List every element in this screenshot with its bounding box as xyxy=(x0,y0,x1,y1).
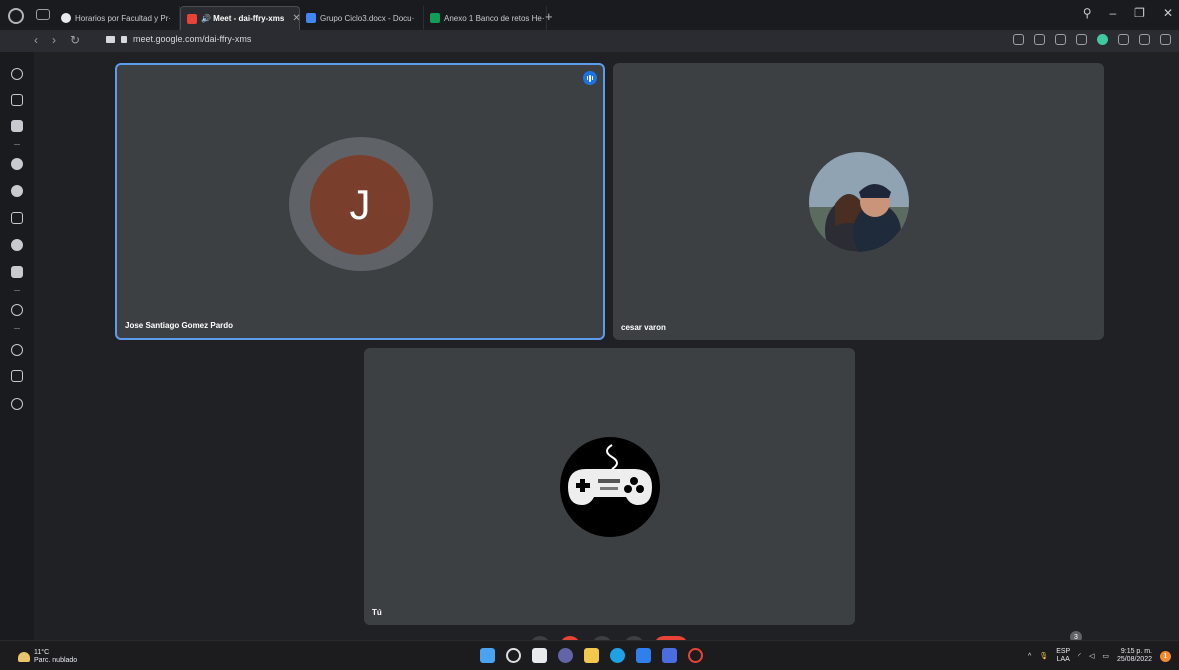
snapshot-icon[interactable] xyxy=(1034,34,1045,45)
globe-icon xyxy=(61,13,71,23)
language-indicator[interactable]: ESP LAA xyxy=(1056,648,1070,664)
settings-gear-icon[interactable] xyxy=(11,398,23,410)
tray-chevron-icon[interactable]: ^ xyxy=(1028,653,1031,660)
participant-tile-self[interactable]: Tú xyxy=(364,348,855,625)
tab-title: Grupo Ciclo3.docx - Docu· xyxy=(320,13,415,23)
new-tab-button[interactable]: + xyxy=(545,9,553,24)
opera-taskbar-icon[interactable] xyxy=(688,648,703,663)
avatar-photo xyxy=(809,152,909,252)
notification-badge[interactable]: 1 xyxy=(1160,650,1171,662)
windows-start-icon[interactable] xyxy=(480,648,495,663)
weather-widget[interactable]: 11°C Parc. nublado xyxy=(18,649,77,665)
menu-icon[interactable] xyxy=(1160,34,1171,45)
tab-title: 🔊 Meet - dai-ffry-xms xyxy=(201,14,285,23)
player-icon[interactable] xyxy=(1055,34,1066,45)
chat-icon[interactable] xyxy=(558,648,573,663)
window-controls: ⚲ – ❐ ✕ xyxy=(1083,6,1173,20)
address-bar: ‹ › ↻ meet.google.com/dai-ffry-xms xyxy=(0,30,1179,52)
player-sidebar-icon[interactable] xyxy=(11,304,23,316)
minimize-button[interactable]: – xyxy=(1109,6,1116,20)
gamepad-avatar-icon xyxy=(560,437,660,537)
close-tab-icon[interactable]: ✕ xyxy=(292,13,299,24)
system-tray: ^ 🎙 ESP LAA ◜ ◁ ▭ 9:15 p. m. 25/08/2022 … xyxy=(1028,648,1171,664)
tab-title: Anexo 1 Banco de retos He· xyxy=(444,13,545,23)
volume-icon[interactable]: ◁ xyxy=(1089,652,1094,660)
windows-taskbar: 11°C Parc. nublado ^ 🎙 ESP LAA ◜ ◁ ▭ 9:1… xyxy=(0,640,1179,670)
heart-icon[interactable] xyxy=(1076,34,1087,45)
opera-sidebar xyxy=(0,52,34,640)
browser-tab-bar: Horarios por Facultad y Pr· ✕ 🔊 Meet - d… xyxy=(0,0,1179,30)
discord-icon[interactable] xyxy=(11,266,23,278)
weather-text: 11°C Parc. nublado xyxy=(34,649,77,665)
screen: Horarios por Facultad y Pr· ✕ 🔊 Meet - d… xyxy=(0,0,1179,670)
forward-icon[interactable]: › xyxy=(52,33,56,47)
nav-buttons: ‹ › ↻ xyxy=(34,33,80,47)
participant-tile-cesar[interactable]: cesar varon xyxy=(613,63,1104,340)
lang-line1: ESP xyxy=(1056,648,1071,655)
sidebar-divider xyxy=(14,290,20,291)
photos-icon[interactable] xyxy=(662,648,677,663)
battery-icon[interactable]: ▭ xyxy=(1102,652,1109,660)
participant-name: Jose Santiago Gomez Pardo xyxy=(125,321,234,330)
telegram-icon[interactable] xyxy=(11,185,23,197)
wifi-icon[interactable]: ◜ xyxy=(1078,652,1081,660)
file-explorer-icon[interactable] xyxy=(584,648,599,663)
easy-setup-icon[interactable] xyxy=(1013,34,1024,45)
downloads-icon[interactable] xyxy=(1139,34,1150,45)
sidebar-divider xyxy=(14,328,20,329)
participant-name: cesar varon xyxy=(621,323,666,332)
search-icon[interactable] xyxy=(506,648,521,663)
restore-button[interactable]: ❐ xyxy=(1134,6,1145,20)
clock-date: 25/08/2022 xyxy=(1116,656,1152,663)
participant-name: Tú xyxy=(372,608,382,617)
task-view-icon[interactable] xyxy=(532,648,547,663)
tab-grupo-ciclo[interactable]: Grupo Ciclo3.docx - Docu· ✕ xyxy=(300,6,424,30)
sidebar-divider xyxy=(14,144,20,145)
meet-favicon-icon xyxy=(187,13,197,24)
extensions-icon[interactable] xyxy=(1118,34,1129,45)
meet-stage: J Jose Santiago Gomez Pardo cesar varon … xyxy=(34,52,1179,640)
camera-icon[interactable] xyxy=(106,35,115,43)
store-icon[interactable] xyxy=(636,648,651,663)
tab-strip: Horarios por Facultad y Pr· ✕ 🔊 Meet - d… xyxy=(55,6,547,30)
history-icon[interactable] xyxy=(11,344,23,356)
twitter-icon[interactable] xyxy=(11,239,23,251)
instagram-icon[interactable] xyxy=(11,212,23,224)
toolbar-extensions xyxy=(1013,34,1171,45)
back-icon[interactable]: ‹ xyxy=(34,33,38,47)
avatar: J xyxy=(310,155,410,255)
reload-icon[interactable]: ↻ xyxy=(70,33,80,47)
extensions-box-icon[interactable] xyxy=(11,370,23,382)
tab-title: Horarios por Facultad y Pr· xyxy=(75,13,172,23)
opera-logo-icon[interactable] xyxy=(8,8,24,24)
tab-anexo[interactable]: Anexo 1 Banco de retos He· ✕ xyxy=(424,6,547,30)
search-tabs-icon[interactable]: ⚲ xyxy=(1083,6,1092,20)
weather-cloud-sun-icon xyxy=(18,652,30,662)
clock[interactable]: 9:15 p. m. 25/08/2022 xyxy=(1117,648,1152,664)
shopping-icon[interactable] xyxy=(11,94,23,106)
workspaces-icon[interactable] xyxy=(36,9,50,20)
clock-time: 9:15 p. m. xyxy=(1120,648,1152,655)
avatar-initial: J xyxy=(349,181,371,228)
speed-dial-icon[interactable] xyxy=(11,68,23,80)
sheets-icon xyxy=(430,13,440,23)
twitch-icon[interactable] xyxy=(11,120,23,132)
taskbar-apps xyxy=(480,648,703,663)
vpn-icon[interactable] xyxy=(1097,34,1108,45)
lock-icon[interactable] xyxy=(121,35,127,43)
docs-icon xyxy=(306,13,316,23)
edge-icon[interactable] xyxy=(610,648,625,663)
url-text[interactable]: meet.google.com/dai-ffry-xms xyxy=(133,34,251,44)
tab-horarios[interactable]: Horarios por Facultad y Pr· ✕ xyxy=(55,6,180,30)
tab-meet[interactable]: 🔊 Meet - dai-ffry-xms ✕ xyxy=(180,6,300,30)
url-field[interactable]: meet.google.com/dai-ffry-xms xyxy=(106,34,251,44)
weather-temp: 11°C xyxy=(34,649,50,656)
lang-line2: LAA xyxy=(1056,656,1070,663)
whatsapp-icon[interactable] xyxy=(11,158,23,170)
speaking-indicator-icon xyxy=(583,71,597,85)
weather-desc: Parc. nublado xyxy=(34,657,78,664)
mic-tray-icon[interactable]: 🎙 xyxy=(1039,652,1048,660)
participant-tile-jose[interactable]: J Jose Santiago Gomez Pardo xyxy=(115,63,605,340)
close-window-button[interactable]: ✕ xyxy=(1163,6,1173,20)
